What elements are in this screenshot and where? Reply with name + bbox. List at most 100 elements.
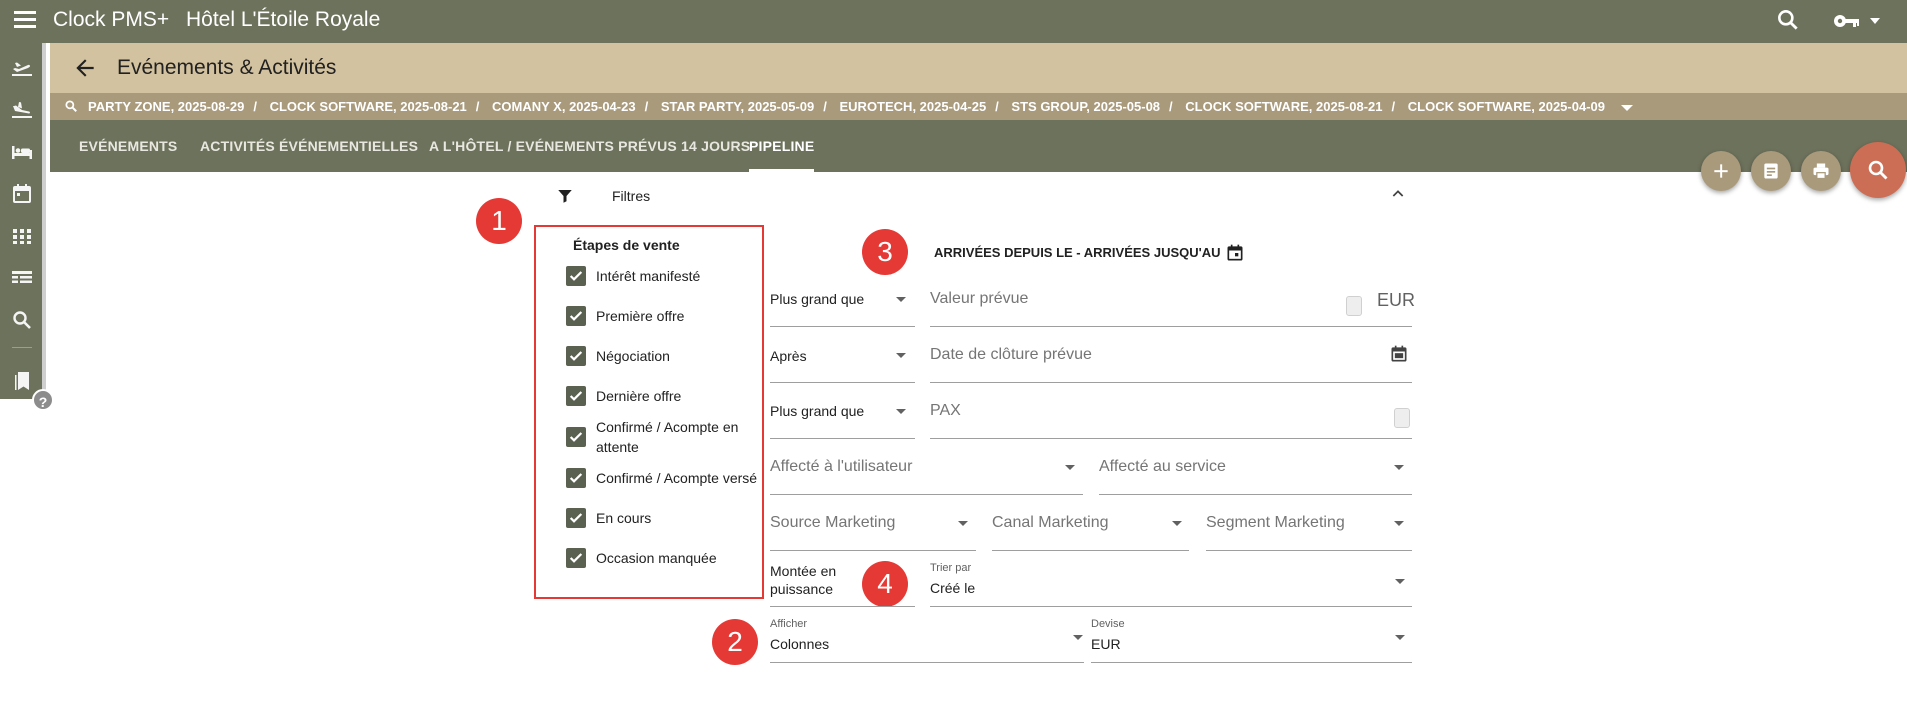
filter-header[interactable]: Filtres (556, 184, 1416, 208)
marketing-channel-select[interactable]: Canal Marketing (992, 506, 1189, 551)
tab-hotel-14-jours[interactable]: A L'HÔTEL / EVÉNEMENTS PRÉVUS 14 JOURS (429, 138, 750, 154)
print-button[interactable] (1801, 151, 1841, 191)
report-icon (1764, 163, 1778, 179)
menu-icon[interactable] (14, 11, 36, 31)
top-bar: Clock PMS+ Hôtel L'Étoile Royale (0, 0, 1907, 43)
stage-label: Intérêt manifesté (596, 268, 701, 284)
currency-label: Devise (1091, 618, 1125, 630)
filters-label: Filtres (612, 188, 651, 204)
hotel-name[interactable]: Hôtel L'Étoile Royale (186, 8, 380, 32)
breadcrumb-item[interactable]: CLOCK SOFTWARE, 2025-08-21 (270, 99, 467, 114)
breadcrumb-item[interactable]: PARTY ZONE, 2025-08-29 (88, 99, 244, 114)
breadcrumb: PARTY ZONE, 2025-08-29/ CLOCK SOFTWARE, … (50, 93, 1907, 120)
checkbox-checked-icon (566, 468, 586, 488)
assigned-user-select[interactable]: Affecté à l'utilisateur (770, 450, 1083, 495)
chevron-down-icon (896, 353, 906, 358)
checkbox-checked-icon (566, 427, 586, 447)
nav-divider (12, 347, 32, 348)
sort-by-select[interactable]: Trier par Créé le (930, 560, 1412, 607)
filter-icon (556, 187, 574, 210)
rampup-label: Montée en puissance (770, 563, 837, 597)
sort-by-value: Créé le (930, 580, 976, 596)
marketing-segment-placeholder: Segment Marketing (1206, 514, 1345, 531)
search-fab-button[interactable] (1850, 142, 1906, 198)
pax-operator-select[interactable]: Plus grand que (770, 394, 915, 439)
annotation-marker-2: 2 (712, 619, 758, 665)
chevron-down-icon (1395, 579, 1405, 584)
marketing-source-placeholder: Source Marketing (770, 514, 896, 531)
checkbox-checked-icon (566, 508, 586, 528)
value-operator-select[interactable]: Plus grand que (770, 282, 915, 327)
calendar-icon[interactable] (10, 182, 34, 206)
search-fab-icon (1868, 160, 1888, 180)
grid-icon[interactable] (10, 224, 34, 248)
breadcrumb-item[interactable]: CLOCK SOFTWARE, 2025-08-21 (1185, 99, 1382, 114)
date-range-label[interactable]: ARRIVÉES DEPUIS LE - ARRIVÉES JUSQU'AU (934, 245, 1221, 260)
currency-value: EUR (1091, 636, 1121, 652)
table-icon[interactable] (10, 266, 34, 290)
rampup-toggle[interactable]: Montée en puissance (770, 560, 915, 607)
chevron-down-icon (958, 521, 968, 526)
close-date-placeholder: Date de clôture prévue (930, 346, 1092, 363)
currency-select[interactable]: Devise EUR (1091, 616, 1412, 663)
breadcrumb-item[interactable]: STS GROUP, 2025-05-08 (1011, 99, 1160, 114)
chevron-down-icon (1394, 465, 1404, 470)
bed-icon[interactable] (10, 140, 34, 164)
breadcrumb-search-icon (64, 99, 78, 116)
chevron-up-icon[interactable] (1390, 186, 1406, 207)
checkbox-checked-icon (566, 386, 586, 406)
page-title: Evénements & Activités (117, 56, 337, 79)
annotation-marker-3: 3 (862, 229, 908, 275)
close-operator-select[interactable]: Après (770, 338, 915, 383)
close-date-input[interactable]: Date de clôture prévue (930, 338, 1412, 383)
breadcrumb-item[interactable]: EUROTECH, 2025-04-25 (840, 99, 987, 114)
sort-by-label: Trier par (930, 562, 972, 574)
assigned-service-placeholder: Affecté au service (1099, 458, 1226, 475)
number-spinner-icon[interactable] (1346, 296, 1362, 316)
page-header: Evénements & Activités (50, 43, 1907, 93)
back-arrow-icon[interactable] (72, 55, 98, 81)
chevron-down-icon (1395, 635, 1405, 640)
display-label: Afficher (770, 618, 808, 630)
chevron-down-icon (1073, 635, 1083, 640)
bookmarks-icon[interactable] (10, 369, 34, 393)
marketing-source-select[interactable]: Source Marketing (770, 506, 976, 551)
checkbox-checked-icon (566, 306, 586, 326)
pax-input[interactable]: PAX (930, 394, 1412, 439)
stages-title: Étapes de vente (573, 237, 680, 253)
calendar-icon[interactable] (1389, 344, 1409, 364)
side-nav (0, 43, 46, 399)
calendar-icon[interactable] (1225, 243, 1245, 263)
breadcrumb-item[interactable]: STAR PARTY, 2025-05-09 (661, 99, 814, 114)
tab-evenements[interactable]: EVÉNEMENTS (79, 138, 177, 154)
tab-pipeline[interactable]: PIPELINE (749, 138, 815, 172)
breadcrumb-dropdown-icon[interactable] (1620, 104, 1633, 111)
annotation-marker-1: 1 (476, 198, 522, 244)
add-button[interactable] (1701, 151, 1741, 191)
assigned-user-placeholder: Affecté à l'utilisateur (770, 458, 913, 475)
chevron-down-icon (896, 409, 906, 414)
plane-arrival-icon[interactable] (10, 97, 34, 121)
breadcrumb-item[interactable]: CLOCK SOFTWARE, 2025-04-09 (1408, 99, 1605, 114)
currency-suffix: EUR (1377, 290, 1416, 310)
value-placeholder: Valeur prévue (930, 290, 1029, 307)
breadcrumb-item[interactable]: COMANY X, 2025-04-23 (492, 99, 636, 114)
help-icon[interactable]: ? (32, 389, 54, 411)
search-icon[interactable] (1775, 7, 1801, 38)
stage-label: Confirmé / Acompte en attente (596, 419, 739, 455)
stage-label: En cours (596, 510, 652, 526)
display-mode-select[interactable]: Afficher Colonnes (770, 616, 1084, 663)
marketing-segment-select[interactable]: Segment Marketing (1206, 506, 1412, 551)
assigned-service-select[interactable]: Affecté au service (1099, 450, 1412, 495)
number-spinner-icon[interactable] (1394, 408, 1410, 428)
search-nav-icon[interactable] (10, 308, 34, 332)
tab-activites[interactable]: ACTIVITÉS ÉVÉNEMENTIELLES (200, 138, 418, 154)
plane-departure-icon[interactable] (10, 55, 34, 79)
print-icon (1813, 163, 1829, 180)
pax-operator-value: Plus grand que (770, 403, 865, 419)
value-input[interactable]: Valeur prévue (930, 282, 1412, 327)
key-icon[interactable] (1832, 9, 1882, 33)
stage-label: Dernière offre (596, 388, 682, 404)
tab-bar: EVÉNEMENTS ACTIVITÉS ÉVÉNEMENTIELLES A L… (50, 120, 1907, 172)
report-button[interactable] (1751, 151, 1791, 191)
